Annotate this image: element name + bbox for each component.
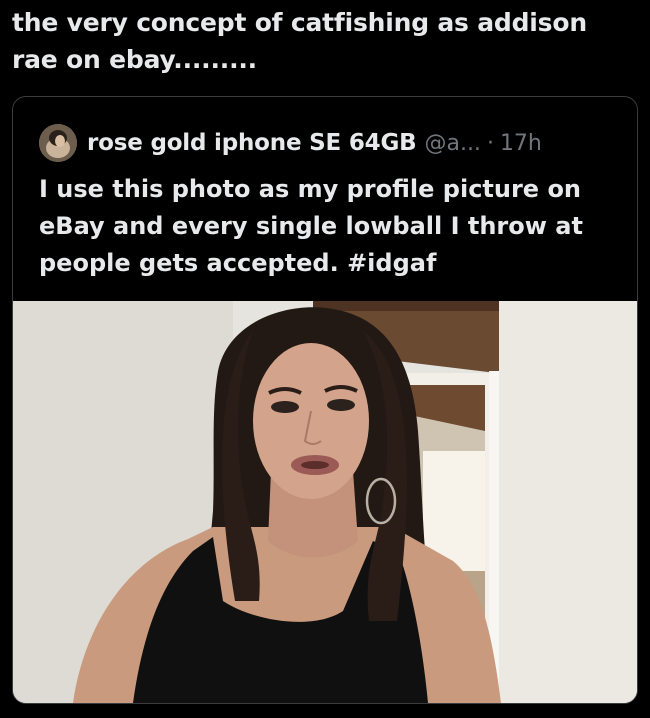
avatar[interactable] [39,124,77,162]
author-handle[interactable]: @a... [424,131,480,156]
separator-dot: · [486,130,494,156]
media-photo[interactable] [13,301,637,703]
quoted-post-card[interactable]: rose gold iphone SE 64GB @a... · 17h I u… [12,96,638,704]
author-name[interactable]: rose gold iphone SE 64GB [87,130,417,156]
post-text: the very concept of catfishing as addiso… [12,8,587,74]
quoted-post-text: I use this photo as my profile picture o… [39,175,583,277]
quoted-post-header: rose gold iphone SE 64GB @a... · 17h [39,123,542,163]
photo-illustration [13,301,637,703]
post-time[interactable]: 17h [500,131,542,156]
